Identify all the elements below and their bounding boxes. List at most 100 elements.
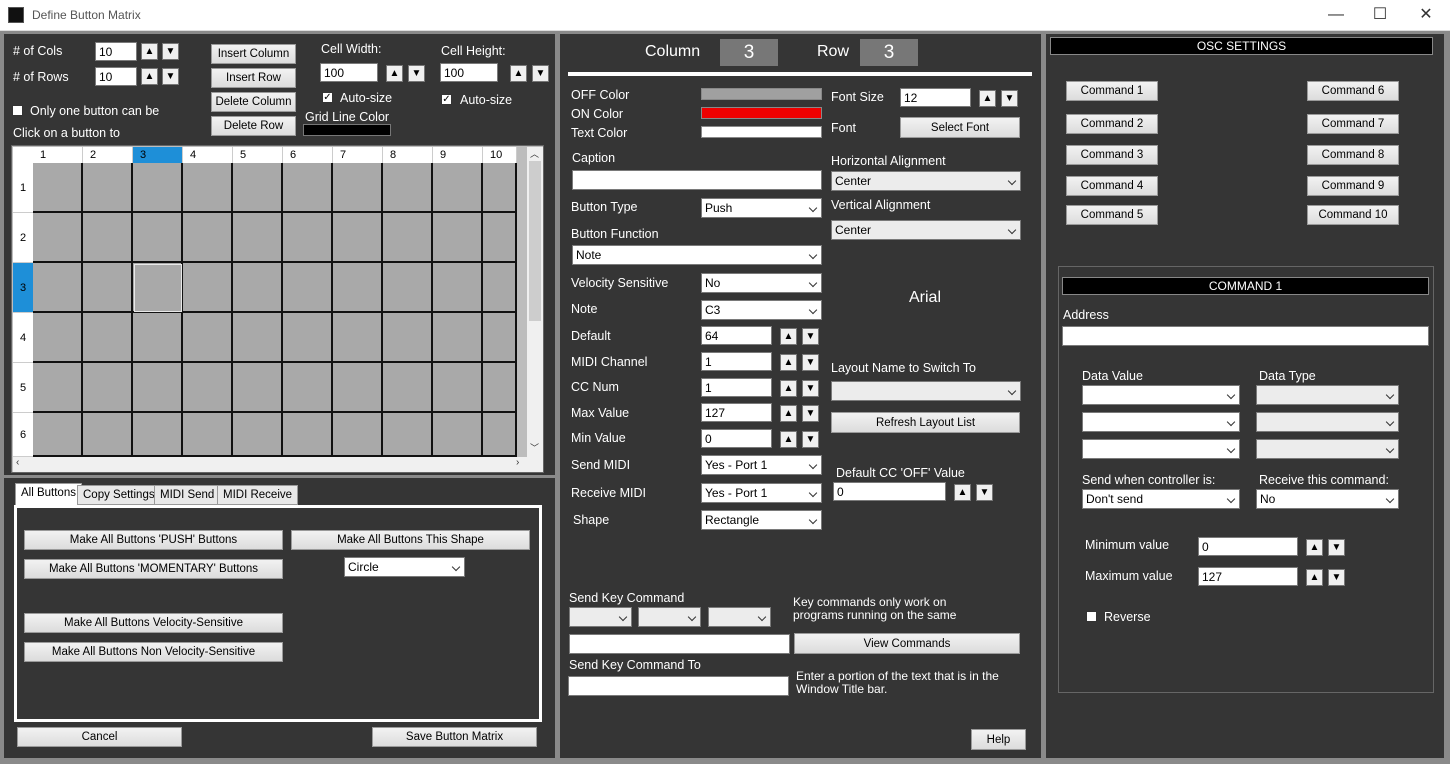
grid-button-cell[interactable] xyxy=(383,163,433,213)
grid-button-cell[interactable] xyxy=(233,363,283,413)
layout-switch-select[interactable] xyxy=(831,381,1021,401)
grid-button-cell[interactable] xyxy=(183,413,233,457)
grid-button-cell[interactable] xyxy=(383,413,433,457)
column-header[interactable]: 1 xyxy=(33,147,83,163)
font-size-down-icon[interactable]: ▼ xyxy=(1001,90,1018,107)
font-size-input[interactable]: 12 xyxy=(900,88,971,107)
key-modifier-1-select[interactable] xyxy=(569,607,632,627)
data-value-select-3[interactable] xyxy=(1082,439,1240,459)
column-header[interactable]: 2 xyxy=(83,147,133,163)
button-type-select[interactable]: Push xyxy=(701,198,822,218)
grid-button-cell[interactable] xyxy=(233,213,283,263)
grid-button-cell[interactable] xyxy=(83,313,133,363)
grid-button-cell[interactable] xyxy=(383,313,433,363)
grid-button-cell[interactable] xyxy=(33,313,83,363)
osc-command-button[interactable]: Command 8 xyxy=(1307,145,1399,165)
default-cc-off-down-icon[interactable]: ▼ xyxy=(976,484,993,501)
note-select[interactable]: C3 xyxy=(701,300,822,320)
caption-input[interactable] xyxy=(572,170,822,190)
reverse-checkbox[interactable] xyxy=(1086,611,1097,622)
close-icon[interactable]: ✕ xyxy=(1403,4,1449,28)
osc-min-down-icon[interactable]: ▼ xyxy=(1328,539,1345,556)
grid-button-cell[interactable] xyxy=(333,363,383,413)
grid-button-cell[interactable] xyxy=(233,413,283,457)
data-type-select-2[interactable] xyxy=(1256,412,1399,432)
font-size-up-icon[interactable]: ▲ xyxy=(979,90,996,107)
refresh-layout-button[interactable]: Refresh Layout List xyxy=(831,412,1020,433)
send-key-input[interactable] xyxy=(569,634,790,654)
column-header[interactable]: 9 xyxy=(433,147,483,163)
cc-num-input[interactable]: 1 xyxy=(701,378,772,397)
cell-width-autosize-checkbox[interactable]: ✓ xyxy=(322,92,333,103)
cell-height-autosize-checkbox[interactable]: ✓ xyxy=(441,94,452,105)
grid-button-cell[interactable] xyxy=(283,163,333,213)
osc-min-input[interactable]: 0 xyxy=(1198,537,1298,556)
grid-button-cell[interactable] xyxy=(33,213,83,263)
scroll-up-icon[interactable]: ︿ xyxy=(530,147,539,160)
rows-up-icon[interactable]: ▲ xyxy=(141,68,158,85)
grid-button-cell[interactable] xyxy=(233,263,283,313)
horizontal-scrollbar[interactable]: ‹ › xyxy=(13,457,543,472)
midi-channel-down-icon[interactable]: ▼ xyxy=(802,354,819,371)
osc-command-button[interactable]: Command 2 xyxy=(1066,114,1158,134)
max-value-down-icon[interactable]: ▼ xyxy=(802,405,819,422)
key-select[interactable] xyxy=(708,607,771,627)
grid-button-cell[interactable] xyxy=(483,213,517,263)
cols-up-icon[interactable]: ▲ xyxy=(141,43,158,60)
grid-button-cell[interactable] xyxy=(83,363,133,413)
column-header[interactable]: 3 xyxy=(133,147,183,163)
row-header[interactable]: 1 xyxy=(13,163,33,213)
grid-button-cell[interactable] xyxy=(383,363,433,413)
osc-command-button[interactable]: Command 1 xyxy=(1066,81,1158,101)
grid-button-cell[interactable] xyxy=(33,263,83,313)
column-header[interactable]: 4 xyxy=(183,147,233,163)
column-header[interactable]: 8 xyxy=(383,147,433,163)
osc-command-button[interactable]: Command 9 xyxy=(1307,176,1399,196)
column-header[interactable]: 7 xyxy=(333,147,383,163)
shape-select[interactable]: Circle xyxy=(344,557,465,577)
tab-midi-receive[interactable]: MIDI Receive xyxy=(217,485,299,505)
grid-button-cell[interactable] xyxy=(433,163,483,213)
grid-button-cell[interactable] xyxy=(83,413,133,457)
grid-button-cell[interactable] xyxy=(433,313,483,363)
minimize-icon[interactable]: — xyxy=(1313,4,1359,28)
only-one-checkbox[interactable] xyxy=(12,105,23,116)
key-modifier-2-select[interactable] xyxy=(638,607,701,627)
button-function-select[interactable]: Note xyxy=(572,245,822,265)
grid-button-cell[interactable] xyxy=(33,413,83,457)
max-value-input[interactable]: 127 xyxy=(701,403,772,422)
v-align-select[interactable]: Center xyxy=(831,220,1021,240)
row-header[interactable]: 5 xyxy=(13,363,33,413)
grid-button-cell[interactable] xyxy=(483,163,517,213)
grid-button-cell[interactable] xyxy=(433,213,483,263)
grid-button-cell[interactable] xyxy=(283,413,333,457)
address-input[interactable] xyxy=(1062,326,1429,346)
grid-button-cell[interactable] xyxy=(133,313,183,363)
grid-button-cell[interactable] xyxy=(283,213,333,263)
default-cc-off-input[interactable]: 0 xyxy=(833,482,946,501)
data-value-select-1[interactable] xyxy=(1082,385,1240,405)
column-header[interactable]: 5 xyxy=(233,147,283,163)
vertical-scroll-thumb[interactable] xyxy=(529,161,541,321)
grid-button-cell[interactable] xyxy=(483,313,517,363)
tab-midi-send[interactable]: MIDI Send xyxy=(154,485,221,505)
midi-channel-input[interactable]: 1 xyxy=(701,352,772,371)
grid-button-cell[interactable] xyxy=(183,163,233,213)
tab-copy-settings[interactable]: Copy Settings xyxy=(77,485,161,505)
grid-button-cell[interactable] xyxy=(133,413,183,457)
min-value-input[interactable]: 0 xyxy=(701,429,772,448)
data-value-select-2[interactable] xyxy=(1082,412,1240,432)
h-align-select[interactable]: Center xyxy=(831,171,1021,191)
cols-down-icon[interactable]: ▼ xyxy=(162,43,179,60)
osc-command-button[interactable]: Command 7 xyxy=(1307,114,1399,134)
grid-button-cell[interactable] xyxy=(483,263,517,313)
grid-button-cell[interactable] xyxy=(283,363,333,413)
grid-button-cell[interactable] xyxy=(333,313,383,363)
receive-cmd-select[interactable]: No xyxy=(1256,489,1399,509)
cc-num-up-icon[interactable]: ▲ xyxy=(780,380,797,397)
cell-height-down-icon[interactable]: ▼ xyxy=(532,65,549,82)
osc-max-down-icon[interactable]: ▼ xyxy=(1328,569,1345,586)
row-header[interactable]: 2 xyxy=(13,213,33,263)
grid-button-cell[interactable] xyxy=(33,163,83,213)
send-when-select[interactable]: Don't send xyxy=(1082,489,1240,509)
